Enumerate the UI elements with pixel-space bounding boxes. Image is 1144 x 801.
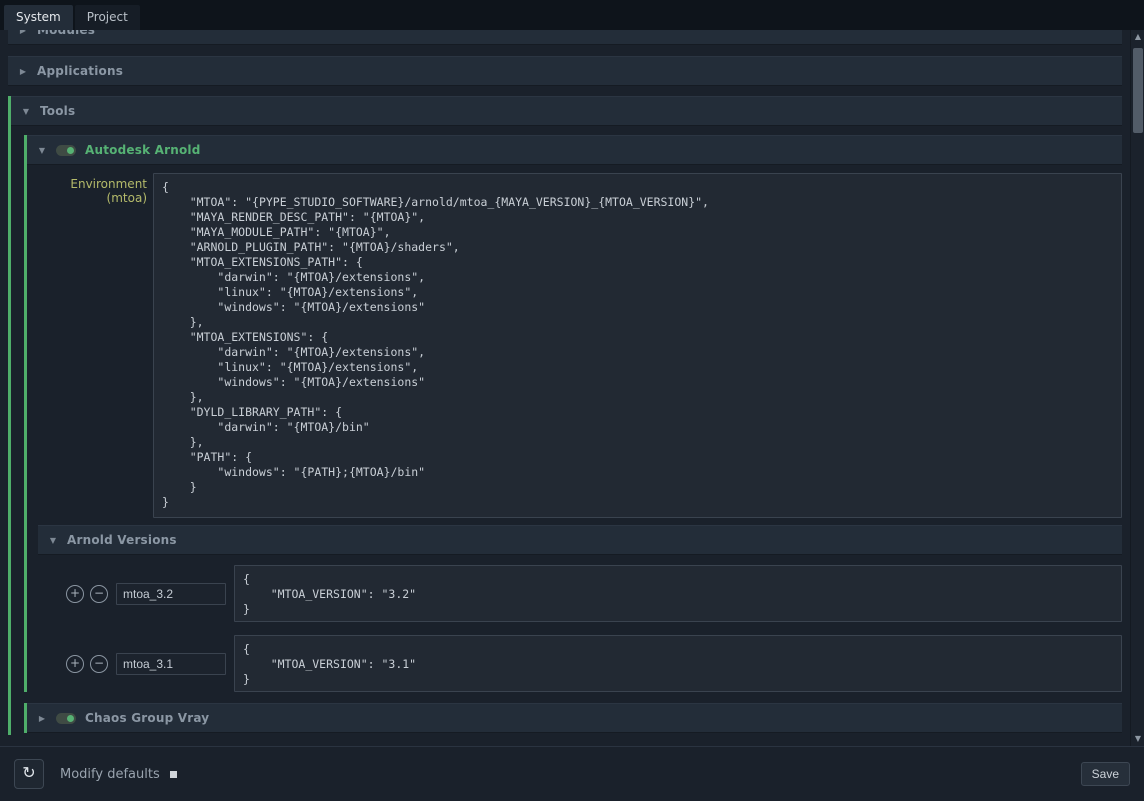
scrollbar-thumb[interactable] <box>1133 48 1143 133</box>
group-header-autodesk-arnold[interactable]: ▼ Autodesk Arnold <box>27 135 1122 165</box>
section-header-arnold-versions[interactable]: ▼ Arnold Versions <box>38 525 1122 555</box>
scroll-up-icon[interactable]: ▲ <box>1131 30 1144 44</box>
chevron-right-icon: ▶ <box>18 30 28 35</box>
section-tools: ▼ Tools ▼ Autodesk Arnold Environment (m… <box>8 96 1122 735</box>
tab-project[interactable]: Project <box>75 5 140 30</box>
group-label: Chaos Group Vray <box>85 711 209 725</box>
chevron-down-icon: ▼ <box>37 146 47 155</box>
arnold-versions-block: ▼ Arnold Versions + − { "MTOA_VERSION": … <box>38 525 1122 692</box>
version-json-editor[interactable]: { "MTOA_VERSION": "3.2" } <box>234 565 1122 622</box>
section-label: Tools <box>40 104 75 118</box>
chevron-down-icon: ▼ <box>48 536 58 545</box>
add-version-button[interactable]: + <box>66 585 84 603</box>
section-header-modules[interactable]: ▶ Modules <box>8 30 1122 45</box>
enabled-toggle-icon[interactable] <box>56 713 76 724</box>
version-name-input[interactable] <box>116 583 226 605</box>
tab-bar: System Project <box>0 0 1144 30</box>
environment-row: Environment (mtoa) { "MTOA": "{PYPE_STUD… <box>27 173 1122 518</box>
environment-json-editor[interactable]: { "MTOA": "{PYPE_STUDIO_SOFTWARE}/arnold… <box>153 173 1122 518</box>
settings-content: ▶ Modules ▶ Applications ▼ Tools ▼ Autod… <box>0 30 1130 746</box>
remove-version-button[interactable]: − <box>90 655 108 673</box>
save-button[interactable]: Save <box>1081 762 1130 786</box>
group-chaos-group-vray: ▶ Chaos Group Vray <box>24 703 1122 733</box>
version-json-editor[interactable]: { "MTOA_VERSION": "3.1" } <box>234 635 1122 692</box>
group-header-chaos-group-vray[interactable]: ▶ Chaos Group Vray <box>27 703 1122 733</box>
add-version-button[interactable]: + <box>66 655 84 673</box>
section-header-tools[interactable]: ▼ Tools <box>11 96 1122 126</box>
remove-version-button[interactable]: − <box>90 585 108 603</box>
chevron-right-icon: ▶ <box>37 714 47 723</box>
group-autodesk-arnold: ▼ Autodesk Arnold Environment (mtoa) { "… <box>24 135 1122 692</box>
group-label: Autodesk Arnold <box>85 143 201 157</box>
section-label: Applications <box>37 64 123 78</box>
version-row: + − { "MTOA_VERSION": "3.2" } <box>66 565 1122 622</box>
section-header-applications[interactable]: ▶ Applications <box>8 56 1122 86</box>
modified-indicator-icon <box>170 771 177 778</box>
scroll-down-icon[interactable]: ▼ <box>1131 732 1144 746</box>
tools-body: ▼ Autodesk Arnold Environment (mtoa) { "… <box>11 135 1122 735</box>
tab-system[interactable]: System <box>4 5 73 30</box>
chevron-right-icon: ▶ <box>18 67 28 76</box>
refresh-icon: ↻ <box>22 765 35 782</box>
footer-bar: ↻ Modify defaults Save <box>0 746 1144 801</box>
vertical-scrollbar: ▲ ▼ <box>1130 30 1144 746</box>
settings-window: System Project ▶ Modules ▶ Applications … <box>0 0 1144 801</box>
section-label: Arnold Versions <box>67 533 177 547</box>
section-label: Modules <box>37 30 95 37</box>
environment-label: Environment (mtoa) <box>35 173 147 205</box>
chevron-down-icon: ▼ <box>21 107 31 116</box>
version-name-input[interactable] <box>116 653 226 675</box>
enabled-toggle-icon[interactable] <box>56 145 76 156</box>
modify-defaults-label[interactable]: Modify defaults <box>60 767 160 782</box>
version-row: + − { "MTOA_VERSION": "3.1" } <box>66 635 1122 692</box>
refresh-button[interactable]: ↻ <box>14 759 44 789</box>
